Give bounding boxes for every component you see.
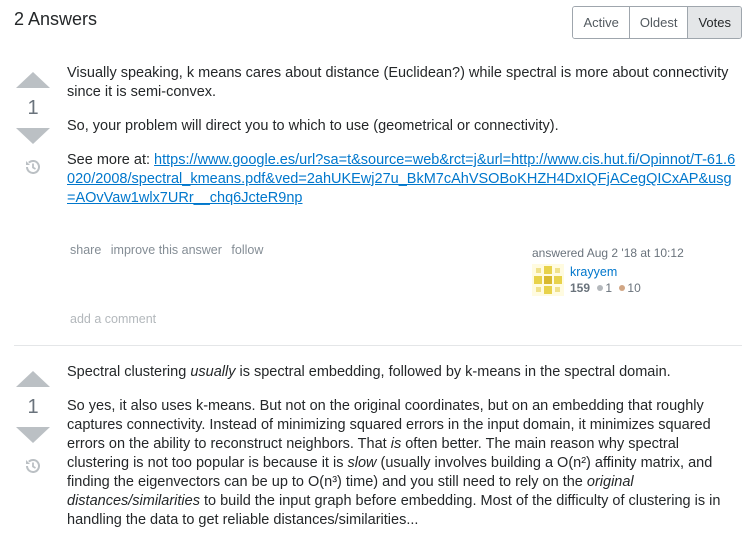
text-run: Spectral clustering [67, 364, 191, 380]
improve-answer-link[interactable]: improve this answer [111, 243, 222, 257]
reputation-score: 159 [570, 281, 591, 295]
upvote-button[interactable] [16, 371, 50, 387]
answer-body: Visually speaking, k means cares about d… [67, 64, 739, 223]
downvote-button[interactable] [16, 128, 50, 144]
emphasis-text: slow [347, 455, 377, 471]
vote-count: 1 [27, 97, 39, 119]
see-more-paragraph: See more at: https://www.google.es/url?s… [67, 151, 739, 208]
downvote-button[interactable] [16, 427, 50, 443]
bronze-badge-count: 10 [627, 281, 641, 295]
history-icon[interactable] [24, 457, 42, 475]
text-run: is spectral embedding, followed by k-mea… [235, 364, 671, 380]
reference-link[interactable]: https://www.google.es/url?sa=t&source=we… [67, 152, 735, 206]
tab-active[interactable]: Active [573, 7, 629, 38]
user-reputation: 159 1 10 [570, 280, 641, 296]
answer-divider [14, 345, 742, 346]
follow-link[interactable]: follow [231, 243, 263, 257]
emphasis-text: is [390, 436, 402, 452]
vote-column: 1 [14, 371, 52, 475]
answers-header: 2 Answers Active Oldest Votes [14, 6, 742, 40]
upvote-button[interactable] [16, 72, 50, 88]
answers-count: 2 Answers [14, 9, 98, 29]
user-name[interactable]: krayyem [570, 264, 641, 280]
answer-2: 1 Spectral clustering usually is spectra… [14, 363, 742, 547]
answer-body: Spectral clustering usually is spectral … [67, 363, 739, 545]
history-icon[interactable] [24, 158, 42, 176]
post-menu: share improve this answer follow [70, 243, 269, 257]
vote-column: 1 [14, 72, 52, 176]
answer-paragraph: So yes, it also uses k-means. But not on… [67, 397, 739, 530]
emphasis-text: usually [190, 364, 236, 380]
tab-votes[interactable]: Votes [687, 7, 741, 38]
share-link[interactable]: share [70, 243, 101, 257]
vote-count: 1 [27, 396, 39, 418]
answered-time: answered Aug 2 '18 at 10:12 [532, 246, 684, 260]
answer-paragraph: Visually speaking, k means cares about d… [67, 65, 729, 100]
answer-paragraph: Spectral clustering usually is spectral … [67, 363, 739, 382]
sort-tabs: Active Oldest Votes [572, 6, 742, 39]
bronze-badge-icon [619, 285, 626, 292]
silver-badge-count: 1 [605, 281, 613, 295]
silver-badge-icon [597, 285, 604, 292]
answer-1: 1 Visually speaking, k means cares about… [14, 64, 742, 334]
add-comment-link[interactable]: add a comment [70, 312, 156, 326]
tab-oldest[interactable]: Oldest [628, 7, 688, 38]
avatar[interactable] [532, 264, 564, 296]
user-signature: answered Aug 2 '18 at 10:12 krayyem 159 … [532, 246, 732, 296]
answer-paragraph: So, your problem will direct you to whic… [67, 118, 559, 134]
see-more-prefix: See more at: [67, 152, 155, 168]
